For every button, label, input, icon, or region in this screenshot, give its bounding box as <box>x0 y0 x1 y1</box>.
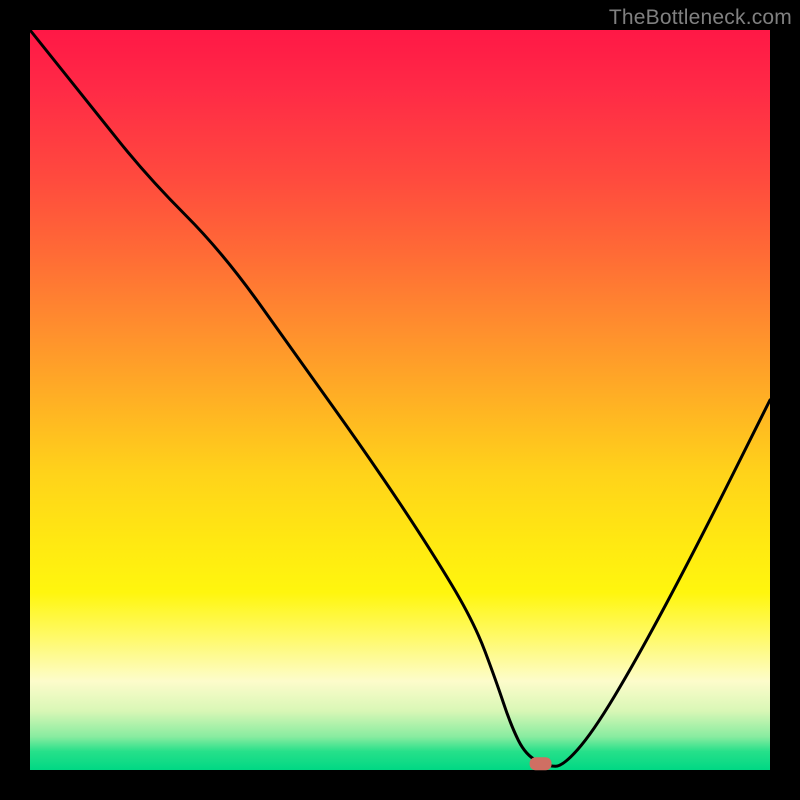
chart-frame: TheBottleneck.com <box>0 0 800 800</box>
trough-marker <box>530 757 552 770</box>
watermark-text: TheBottleneck.com <box>609 6 792 30</box>
plot-area <box>30 30 770 770</box>
curve-svg <box>30 30 770 770</box>
bottleneck-curve <box>30 30 770 766</box>
